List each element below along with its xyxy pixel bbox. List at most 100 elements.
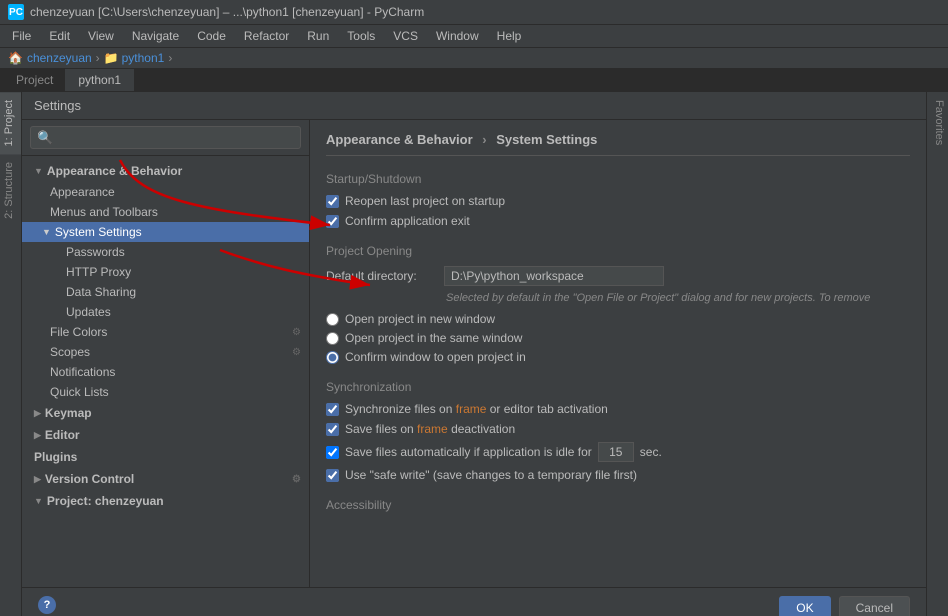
tree-item-menus-toolbars[interactable]: Menus and Toolbars <box>22 202 309 222</box>
side-tab-project[interactable]: 1: Project <box>0 92 21 154</box>
default-directory-label: Default directory: <box>326 269 436 283</box>
menu-help[interactable]: Help <box>489 27 530 45</box>
safe-write-row: Use "safe write" (save changes to a temp… <box>326 468 910 482</box>
tree-group-project[interactable]: ▼ Project: chenzeyuan <box>22 490 309 512</box>
settings-left-panel: ▼ Appearance & Behavior Appearance Menus… <box>22 120 310 587</box>
reopen-last-project-checkbox[interactable] <box>326 195 339 208</box>
menu-navigate[interactable]: Navigate <box>124 27 187 45</box>
radio-confirm-window-label: Confirm window to open project in <box>345 350 526 364</box>
safe-write-label: Use "safe write" (save changes to a temp… <box>345 468 637 482</box>
settings-path: Appearance & Behavior › System Settings <box>326 132 910 156</box>
tab-python1[interactable]: python1 <box>66 69 134 91</box>
menu-window[interactable]: Window <box>428 27 487 45</box>
tree-item-file-colors[interactable]: File Colors ⚙ <box>22 322 309 342</box>
right-side-tabs: Favorites <box>926 92 948 616</box>
tree-item-notifications[interactable]: Notifications <box>22 362 309 382</box>
help-icon[interactable]: ? <box>38 596 56 614</box>
confirm-exit-row: Confirm application exit <box>326 214 910 228</box>
radio-new-window: Open project in new window <box>326 312 910 326</box>
tab-project[interactable]: Project <box>4 69 66 91</box>
collapse-icon-system: ▼ <box>42 227 51 237</box>
menu-view[interactable]: View <box>80 27 122 45</box>
app-icon: PC <box>8 4 24 20</box>
settings-tree: ▼ Appearance & Behavior Appearance Menus… <box>22 156 309 587</box>
sync-files-label: Synchronize files on frame or editor tab… <box>345 402 608 416</box>
title-bar: PC chenzeyuan [C:\Users\chenzeyuan] – ..… <box>0 0 948 25</box>
radio-same-window-input[interactable] <box>326 332 339 345</box>
expand-icon-editor: ▶ <box>34 430 41 441</box>
project-opening-section: Project Opening Default directory: Selec… <box>326 244 910 364</box>
help-button[interactable]: ? <box>38 596 56 616</box>
tree-group-plugins[interactable]: Plugins <box>22 446 309 468</box>
tree-subitem-http-proxy[interactable]: HTTP Proxy <box>22 262 309 282</box>
cancel-button[interactable]: Cancel <box>839 596 910 616</box>
menu-bar: File Edit View Navigate Code Refactor Ru… <box>0 25 948 48</box>
tree-item-quick-lists[interactable]: Quick Lists <box>22 382 309 402</box>
startup-shutdown-label: Startup/Shutdown <box>326 172 910 186</box>
expand-icon-keymap: ▶ <box>34 408 41 419</box>
menu-file[interactable]: File <box>4 27 39 45</box>
confirm-exit-checkbox[interactable] <box>326 215 339 228</box>
breadcrumb-project[interactable]: chenzeyuan <box>27 51 92 65</box>
side-tab-structure[interactable]: 2: Structure <box>0 154 21 227</box>
tabs-row: Project python1 <box>0 69 948 92</box>
safe-write-checkbox[interactable] <box>326 469 339 482</box>
tree-group-keymap[interactable]: ▶ Keymap <box>22 402 309 424</box>
collapse-icon: ▼ <box>34 166 43 176</box>
directory-hint: Selected by default in the "Open File or… <box>446 292 910 304</box>
reopen-last-project-label: Reopen last project on startup <box>345 194 505 208</box>
save-idle-label: Save files automatically if application … <box>345 445 592 459</box>
right-tab-favorites[interactable]: Favorites <box>927 92 948 153</box>
save-idle-checkbox[interactable] <box>326 446 339 459</box>
main-area: 1: Project 2: Structure Settings ▼ Appea… <box>0 92 948 616</box>
tree-group-editor[interactable]: ▶ Editor <box>22 424 309 446</box>
tree-subitem-data-sharing[interactable]: Data Sharing <box>22 282 309 302</box>
window-title: chenzeyuan [C:\Users\chenzeyuan] – ...\p… <box>30 5 424 19</box>
reopen-last-project-row: Reopen last project on startup <box>326 194 910 208</box>
dialog-footer: ? OK Cancel <box>22 587 926 616</box>
menu-refactor[interactable]: Refactor <box>236 27 297 45</box>
save-idle-row: Save files automatically if application … <box>326 442 910 462</box>
menu-vcs[interactable]: VCS <box>385 27 426 45</box>
tree-subitem-passwords[interactable]: Passwords <box>22 242 309 262</box>
menu-tools[interactable]: Tools <box>339 27 383 45</box>
breadcrumb-root[interactable]: 🏠 <box>8 51 23 65</box>
settings-search-input[interactable] <box>30 126 301 149</box>
radio-new-window-input[interactable] <box>326 313 339 326</box>
menu-edit[interactable]: Edit <box>41 27 78 45</box>
radio-same-window: Open project in the same window <box>326 331 910 345</box>
sync-files-row: Synchronize files on frame or editor tab… <box>326 402 910 416</box>
startup-shutdown-section: Startup/Shutdown Reopen last project on … <box>326 172 910 228</box>
tree-item-appearance[interactable]: Appearance <box>22 182 309 202</box>
expand-icon-vc: ▶ <box>34 474 41 485</box>
save-deactivation-label: Save files on frame deactivation <box>345 422 515 436</box>
menu-run[interactable]: Run <box>299 27 337 45</box>
breadcrumb: 🏠 chenzeyuan › 📁 python1 › <box>0 48 948 69</box>
tree-subitem-updates[interactable]: Updates <box>22 302 309 322</box>
breadcrumb-module: 📁 python1 <box>104 51 165 65</box>
save-deactivation-row: Save files on frame deactivation <box>326 422 910 436</box>
tree-item-system-settings[interactable]: ▼ System Settings <box>22 222 309 242</box>
radio-confirm-window: Confirm window to open project in <box>326 350 910 364</box>
accessibility-label: Accessibility <box>326 498 910 512</box>
idle-seconds-input[interactable] <box>598 442 634 462</box>
idle-sec-label: sec. <box>640 445 662 459</box>
menu-code[interactable]: Code <box>189 27 234 45</box>
ok-button[interactable]: OK <box>779 596 830 616</box>
synchronization-section: Synchronization Synchronize files on fra… <box>326 380 910 482</box>
tree-group-appearance-behavior[interactable]: ▼ Appearance & Behavior <box>22 160 309 182</box>
left-side-tabs: 1: Project 2: Structure <box>0 92 22 616</box>
synchronization-label: Synchronization <box>326 380 910 394</box>
default-directory-input[interactable] <box>444 266 664 286</box>
settings-dialog: Settings ▼ Appearance & Behavior Appeara… <box>22 92 926 616</box>
default-directory-row: Default directory: <box>326 266 910 286</box>
radio-same-window-label: Open project in the same window <box>345 331 522 345</box>
tree-group-version-control[interactable]: ▶ Version Control ⚙ <box>22 468 309 490</box>
sync-files-checkbox[interactable] <box>326 403 339 416</box>
settings-body: ▼ Appearance & Behavior Appearance Menus… <box>22 120 926 587</box>
radio-confirm-window-input[interactable] <box>326 351 339 364</box>
save-deactivation-checkbox[interactable] <box>326 423 339 436</box>
tree-item-scopes[interactable]: Scopes ⚙ <box>22 342 309 362</box>
project-opening-label: Project Opening <box>326 244 910 258</box>
radio-new-window-label: Open project in new window <box>345 312 495 326</box>
